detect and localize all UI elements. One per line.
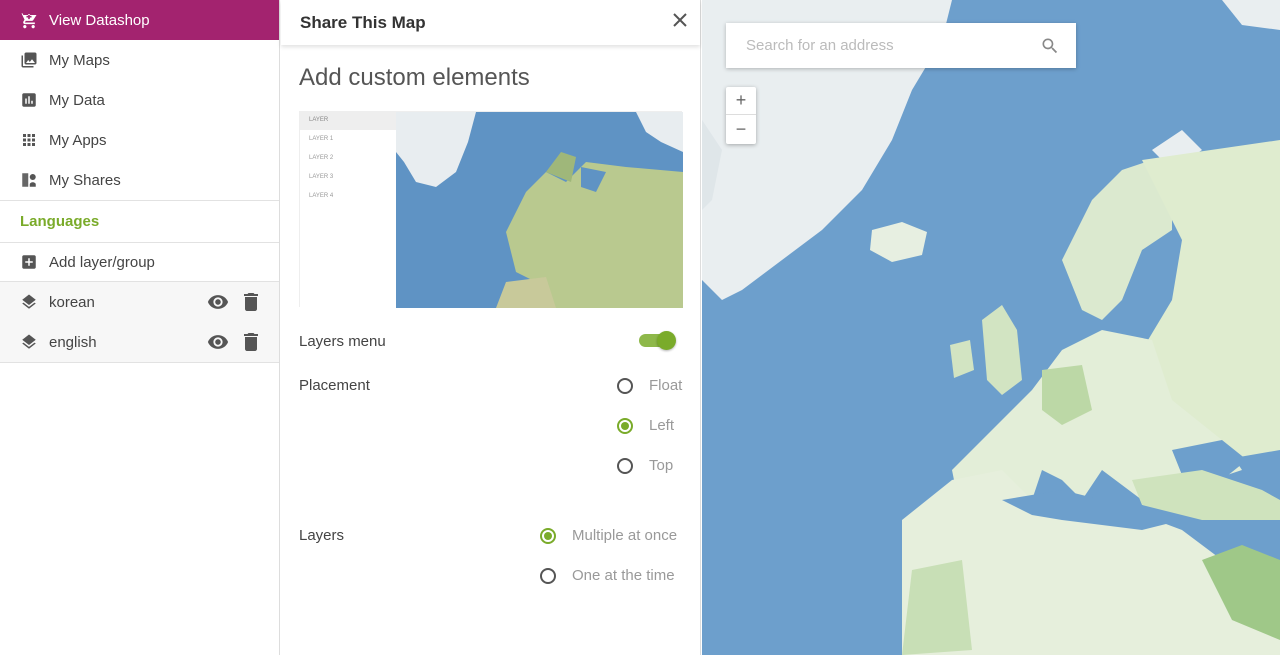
radio-dot xyxy=(540,567,556,584)
layers-label: Layers xyxy=(299,527,345,544)
layer-list: korean english xyxy=(0,282,279,363)
placement-left-radio[interactable]: Left xyxy=(617,417,674,434)
layers-multiple-radio[interactable]: Multiple at once xyxy=(540,527,677,544)
radio-dot xyxy=(617,417,633,434)
preview-map-image xyxy=(396,112,683,308)
share-panel: Share This Map Add custom elements LAYER… xyxy=(281,0,701,655)
preview-layer-item: LAYER 4 xyxy=(309,193,334,199)
radio-label: One at the time xyxy=(572,567,675,584)
layer-label: korean xyxy=(49,293,95,311)
search-input[interactable] xyxy=(746,37,1026,54)
layer-row-english[interactable]: english xyxy=(0,322,279,362)
search-icon[interactable] xyxy=(1040,36,1060,56)
languages-title: Languages xyxy=(0,200,279,242)
add-layer-label: Add layer/group xyxy=(49,253,155,271)
layer-row-korean[interactable]: korean xyxy=(0,282,279,322)
zoom-in-button[interactable]: + xyxy=(726,87,756,115)
add-layer-button[interactable]: Add layer/group xyxy=(0,242,279,282)
radio-label: Top xyxy=(649,457,674,474)
view-datashop-label: View Datashop xyxy=(49,11,150,29)
radio-dot xyxy=(617,377,633,394)
map-view[interactable]: + − xyxy=(702,0,1280,655)
radio-label: Left xyxy=(649,417,675,434)
preview-layer-item: LAYER 2 xyxy=(309,155,334,161)
nav-label: My Apps xyxy=(49,131,107,149)
address-search xyxy=(726,23,1076,68)
eye-icon[interactable] xyxy=(207,333,229,351)
radio-dot xyxy=(617,457,633,474)
sidebar: View Datashop My Maps My Data My Apps My… xyxy=(0,0,280,655)
close-icon[interactable] xyxy=(672,12,688,28)
share-icon xyxy=(20,171,38,189)
nav-label: My Maps xyxy=(49,51,110,69)
preview-layer-item: LAYER 3 xyxy=(309,174,334,180)
nav-label: My Shares xyxy=(49,171,121,189)
placement-label: Placement xyxy=(299,377,370,394)
nav-item-my-apps[interactable]: My Apps xyxy=(0,120,279,160)
layout-preview: LAYER LAYER 1 LAYER 2 LAYER 3 LAYER 4 xyxy=(299,111,683,308)
chart-icon xyxy=(20,91,38,109)
preview-layer-item: LAYER 1 xyxy=(309,136,334,142)
layers-menu-toggle[interactable] xyxy=(639,331,677,350)
preview-layer-header: LAYER xyxy=(300,112,396,130)
image-icon xyxy=(20,51,38,69)
zoom-control: + − xyxy=(726,87,756,144)
layers-one-radio[interactable]: One at the time xyxy=(540,567,675,584)
add-box-icon xyxy=(20,253,38,271)
map-basemap xyxy=(702,0,1280,655)
radio-label: Float xyxy=(649,377,683,394)
eye-icon[interactable] xyxy=(207,293,229,311)
layers-menu-label: Layers menu xyxy=(299,333,386,350)
placement-float-radio[interactable]: Float xyxy=(617,377,682,394)
cart-icon xyxy=(19,10,39,30)
apps-grid-icon xyxy=(20,131,38,149)
nav-item-my-shares[interactable]: My Shares xyxy=(0,160,279,200)
toggle-knob xyxy=(657,331,676,350)
nav-item-my-maps[interactable]: My Maps xyxy=(0,40,279,80)
panel-header: Share This Map xyxy=(281,0,700,45)
zoom-out-button[interactable]: − xyxy=(726,115,756,143)
trash-icon[interactable] xyxy=(243,333,259,351)
trash-icon[interactable] xyxy=(243,293,259,311)
nav-label: My Data xyxy=(49,91,105,109)
view-datashop-button[interactable]: View Datashop xyxy=(0,0,279,40)
layer-label: english xyxy=(49,333,97,351)
nav-item-my-data[interactable]: My Data xyxy=(0,80,279,120)
panel-subtitle: Add custom elements xyxy=(299,64,530,91)
radio-dot xyxy=(540,527,556,544)
preview-layers-menu: LAYER LAYER 1 LAYER 2 LAYER 3 LAYER 4 xyxy=(300,112,396,308)
radio-label: Multiple at once xyxy=(572,527,678,544)
panel-title: Share This Map xyxy=(300,12,426,32)
placement-top-radio[interactable]: Top xyxy=(617,457,673,474)
layers-icon xyxy=(20,333,38,351)
layers-icon xyxy=(20,293,38,311)
